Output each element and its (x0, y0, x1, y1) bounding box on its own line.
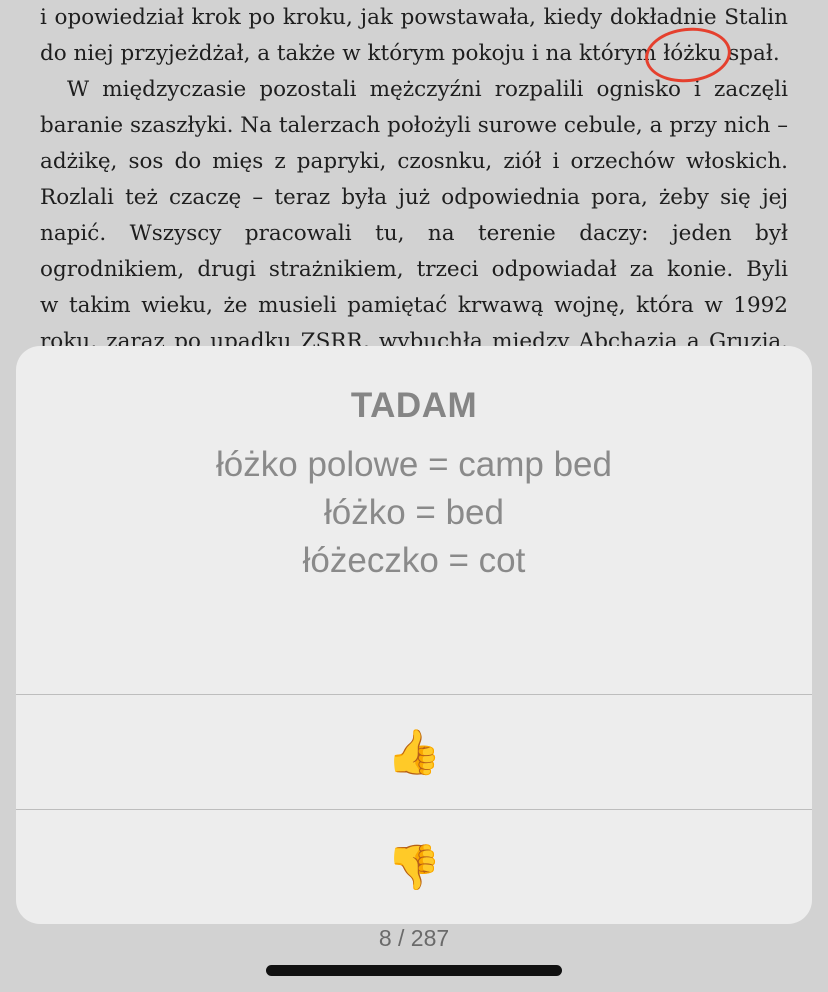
book-line: w takim wieku, że musieli pamiętać krwaw… (40, 293, 788, 318)
book-line: roku, zaraz po upadku ZSRR, wybuchła mię… (40, 329, 788, 346)
thumbs-up-button[interactable]: 👍 (16, 695, 812, 809)
page-indicator: 8 / 287 (378, 925, 450, 951)
translation-dialog: TADAM łóżko polowe = camp bed łóżko = be… (16, 346, 812, 924)
book-line: Rozlali też czaczę – teraz była już odpo… (40, 185, 788, 210)
thumbs-down-icon: 👎 (386, 843, 442, 892)
home-indicator[interactable] (266, 965, 562, 976)
thumbs-up-icon: 👍 (386, 728, 442, 777)
book-line: baranie szaszłyki. Na talerzach położyli… (40, 113, 788, 138)
book-line: ogrodnikiem, drugi strażnikiem, trzeci o… (40, 257, 788, 282)
translation-entry: łóżko = bed (324, 493, 504, 532)
book-line: adżikę, sos do mięs z papryki, czosnku, … (40, 149, 788, 174)
book-line: napić. Wszyscy pracowali tu, na terenie … (40, 221, 788, 246)
dialog-title: TADAM (350, 386, 478, 425)
translation-entry: łóżeczko = cot (302, 541, 526, 580)
thumbs-down-button[interactable]: 👎 (16, 810, 812, 924)
translation-entry: łóżko polowe = camp bed (216, 445, 612, 484)
translation-list: łóżko polowe = camp bed łóżko = bed łóże… (16, 441, 812, 585)
